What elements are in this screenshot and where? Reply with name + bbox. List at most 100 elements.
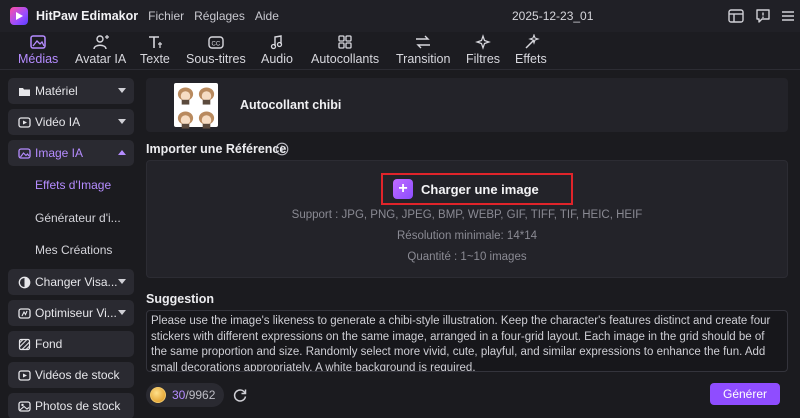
project-name: 2025-12-23_01: [512, 9, 594, 23]
upload-image-button[interactable]: + Charger une image: [393, 179, 539, 199]
sidebar-item-label: Fond: [35, 337, 63, 351]
tab-medias-label: Médias: [18, 52, 59, 66]
sidebar-item-optimiseur[interactable]: Optimiseur Vi...: [8, 300, 134, 326]
generate-button[interactable]: Générer: [710, 383, 780, 405]
effect-card-label: Autocollant chibi: [240, 98, 342, 112]
chibi-sticker-image: [197, 85, 216, 107]
tab-medias[interactable]: Médias: [18, 34, 58, 66]
transition-icon: [416, 35, 431, 49]
credits-badge: 30/9962: [146, 383, 224, 407]
tab-sous-titres[interactable]: CC Sous-titres: [186, 34, 246, 66]
menu-icon[interactable]: [779, 7, 797, 25]
chevron-down-icon: [118, 279, 126, 284]
audio-icon: [270, 35, 283, 50]
background-icon: [18, 338, 31, 350]
menu-reglages[interactable]: Réglages: [194, 9, 245, 23]
subtitles-icon: CC: [208, 36, 224, 49]
tab-audio[interactable]: Audio: [261, 34, 293, 66]
credits-total: /9962: [185, 388, 216, 402]
menu-aide[interactable]: Aide: [255, 9, 279, 23]
text-icon: [148, 36, 162, 48]
upload-support-text: Support : JPG, PNG, JPEG, BMP, WEBP, GIF…: [291, 209, 643, 221]
tab-transition[interactable]: Transition: [396, 34, 450, 66]
tab-autocollants-label: Autocollants: [311, 52, 380, 66]
refresh-icon[interactable]: [232, 387, 248, 403]
chibi-sticker-image: [176, 85, 195, 107]
tab-texte[interactable]: Texte: [140, 34, 170, 66]
folder-icon: [19, 87, 30, 96]
video-enhancer-icon: [18, 307, 31, 319]
image-ai-icon: [18, 147, 31, 159]
chibi-thumbnail: [174, 83, 218, 129]
sidebar-item-photos-stock[interactable]: Photos de stock: [8, 393, 134, 418]
avatar-ai-icon: [92, 35, 109, 50]
tab-transition-label: Transition: [396, 52, 451, 66]
chibi-sticker-image: [176, 109, 195, 131]
stock-photo-icon: [18, 400, 31, 412]
info-icon[interactable]: [275, 142, 289, 156]
credits-used: 30: [172, 388, 186, 402]
chevron-down-icon: [118, 119, 126, 124]
stickers-icon: [338, 35, 352, 49]
chevron-down-icon: [118, 88, 126, 93]
chevron-up-icon: [118, 150, 126, 155]
sidebar-item-label: Photos de stock: [35, 399, 121, 413]
main-panel: Autocollant chibi Importer une Référence…: [138, 72, 800, 418]
tab-texte-label: Texte: [140, 52, 170, 66]
suggestion-title: Suggestion: [146, 292, 215, 306]
tab-filtres[interactable]: Filtres: [466, 34, 500, 66]
face-swap-icon: [18, 276, 31, 288]
import-section-title: Importer une Référence: [146, 142, 287, 156]
sidebar-item-label: Vidéo IA: [35, 115, 81, 129]
sidebar-item-video-ia[interactable]: Vidéo IA: [8, 109, 134, 135]
app-logo-icon: [10, 7, 28, 25]
effect-card-chibi[interactable]: Autocollant chibi: [146, 78, 788, 132]
menu-fichier[interactable]: Fichier: [148, 9, 184, 23]
feedback-icon[interactable]: [754, 7, 772, 25]
tab-audio-label: Audio: [261, 52, 293, 66]
tab-sous-titres-label: Sous-titres: [186, 52, 246, 66]
tab-effets-label: Effets: [515, 52, 547, 66]
tab-avatar-ia[interactable]: Avatar IA: [75, 34, 126, 66]
sidebar-item-materiel[interactable]: Matériel: [8, 78, 134, 104]
upload-dropzone[interactable]: + Charger une image Support : JPG, PNG, …: [146, 160, 788, 278]
tab-avatar-label: Avatar IA: [75, 52, 127, 66]
main-toolbar: Médias Avatar IA Texte CC Sous-titres Au…: [0, 32, 800, 70]
upload-resolution-text: Résolution minimale: 14*14: [397, 230, 537, 242]
sidebar-item-label: Matériel: [35, 84, 78, 98]
filters-icon: [475, 34, 491, 50]
sidebar-subitem-generateur[interactable]: Générateur d'i...: [35, 211, 121, 225]
video-ai-icon: [18, 116, 31, 128]
effects-icon: [525, 34, 540, 49]
upload-quantity-text: Quantité : 1~10 images: [407, 251, 527, 263]
sidebar-item-videos-stock[interactable]: Vidéos de stock: [8, 362, 134, 388]
sidebar-item-label: Changer Visa...: [35, 275, 118, 289]
plus-icon: +: [393, 179, 413, 199]
sidebar-item-image-ia[interactable]: Image IA: [8, 140, 134, 166]
sidebar-item-label: Vidéos de stock: [35, 368, 120, 382]
sidebar-item-changer-visage[interactable]: Changer Visa...: [8, 269, 134, 295]
title-bar: HitPaw Edimakor Fichier Réglages Aide 20…: [0, 0, 800, 32]
media-icon: [30, 35, 46, 49]
chevron-down-icon: [118, 310, 126, 315]
upload-button-label: Charger une image: [421, 181, 539, 197]
chibi-sticker-image: [197, 109, 216, 131]
suggestion-textarea[interactable]: Please use the image's likeness to gener…: [146, 310, 788, 372]
coin-icon: [150, 387, 166, 403]
bottom-bar: 30/9962 Générer: [146, 380, 788, 410]
svg-text:CC: CC: [211, 42, 220, 48]
sidebar-subitem-effets-image[interactable]: Effets d'Image: [35, 178, 111, 192]
sidebar-subitem-mes-creations[interactable]: Mes Créations: [35, 243, 112, 257]
tab-effets[interactable]: Effets: [515, 34, 547, 66]
tab-autocollants[interactable]: Autocollants: [311, 34, 379, 66]
tab-filtres-label: Filtres: [466, 52, 501, 66]
sidebar-item-fond[interactable]: Fond: [8, 331, 134, 357]
stock-video-icon: [18, 369, 31, 381]
left-panel: Matériel Vidéo IA Image IA Effets d'Imag…: [8, 74, 134, 418]
sidebar-item-label: Optimiseur Vi...: [35, 306, 117, 320]
sidebar-item-label: Image IA: [35, 146, 84, 160]
highlight-frame: + Charger une image: [381, 173, 573, 205]
app-title: HitPaw Edimakor: [36, 9, 139, 23]
layout-icon[interactable]: [727, 7, 745, 25]
credits-text: 30/9962: [172, 388, 215, 402]
